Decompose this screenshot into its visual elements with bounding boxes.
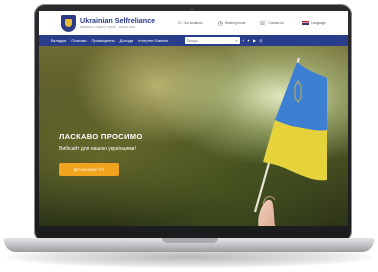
nav-item-income[interactable]: Доходи xyxy=(120,38,134,43)
header-info-label: Language xyxy=(311,21,326,25)
search-icon[interactable]: ⌕ xyxy=(235,38,237,43)
clock-icon: ◷ xyxy=(217,20,223,27)
nav-item-premises[interactable]: Приміщення xyxy=(92,38,115,43)
header-info-label: Our locations xyxy=(183,21,203,25)
laptop-screen: Ukrainian Selfreliance FEDERAL CREDIT UN… xyxy=(39,11,348,226)
nav-item-deposits[interactable]: Вкладки xyxy=(51,38,66,43)
phone-icon: ☏ xyxy=(258,20,267,27)
header-info-contact[interactable]: ☏ Contact us xyxy=(259,20,297,27)
hero-title: ЛАСКАВО ПРОСИМО xyxy=(59,132,143,141)
search-placeholder: Пошук xyxy=(186,38,198,43)
logo-icon[interactable] xyxy=(61,14,76,32)
main-nav: Вкладки Позички Приміщення Доходи Інтерн… xyxy=(39,35,348,46)
hero-subtitle: Вибісайт для нашою українцями! xyxy=(59,146,136,152)
brand-name: Ukrainian Selfreliance xyxy=(80,16,156,25)
flag-icon xyxy=(302,21,310,25)
search-input[interactable]: Пошук ⌕ xyxy=(184,37,240,44)
header-info-label: Contact us xyxy=(268,21,284,25)
laptop-base xyxy=(4,238,374,252)
youtube-icon[interactable]: ▶ xyxy=(253,38,256,43)
header-info-label: Working hours xyxy=(224,21,246,25)
header-info-language[interactable]: Language xyxy=(302,21,339,25)
facebook-icon[interactable]: f xyxy=(243,38,244,43)
hero-details-button[interactable]: ДЕТАЛЬНІШЕ ТУТ xyxy=(59,163,119,176)
nav-item-loans[interactable]: Позички xyxy=(71,38,86,43)
brand[interactable]: Ukrainian Selfreliance FEDERAL CREDIT UN… xyxy=(80,16,172,30)
brand-tagline: FEDERAL CREDIT UNION · SINCE 1951 xyxy=(80,25,136,29)
header-info-hours[interactable]: ◷ Working hours xyxy=(218,20,253,27)
twitter-icon[interactable]: ✦ xyxy=(247,38,250,43)
header-info-locations[interactable]: ⌂ Our locations xyxy=(178,20,212,26)
hero-banner: ЛАСКАВО ПРОСИМО Вибісайт для нашою украї… xyxy=(39,46,348,226)
lid-opening-notch xyxy=(162,238,218,243)
building-icon: ⌂ xyxy=(178,20,182,26)
site-header: Ukrainian Selfreliance FEDERAL CREDIT UN… xyxy=(39,11,348,35)
ukrainian-flag-image xyxy=(253,57,327,226)
hero-button-label: ДЕТАЛЬНІШЕ ТУТ xyxy=(73,167,105,172)
nav-item-online-banking[interactable]: Інтернет-Банкінг xyxy=(138,38,168,43)
instagram-icon[interactable]: ◎ xyxy=(259,38,263,43)
